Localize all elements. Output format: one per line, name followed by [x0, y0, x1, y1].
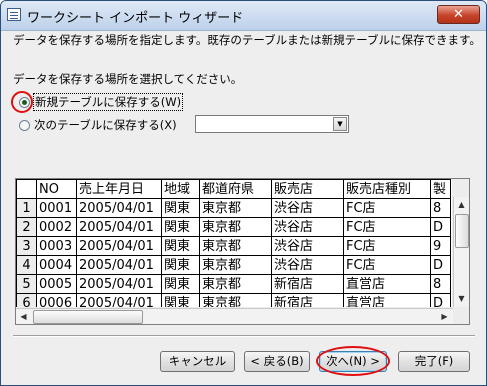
row-number: 4: [16, 255, 37, 275]
column-header[interactable]: 地域: [161, 179, 200, 199]
table-cell: 新宿店: [271, 274, 344, 294]
vertical-scrollbar[interactable]: ▲ ▼: [453, 197, 469, 307]
table-cell: FC店: [343, 236, 431, 256]
table-cell: 2005/04/01: [76, 274, 162, 294]
column-header[interactable]: NO: [36, 179, 77, 199]
table-cell: D: [430, 293, 451, 307]
finish-button[interactable]: 完了(F): [398, 351, 470, 372]
table-cell: 東京都: [199, 198, 272, 218]
cancel-button[interactable]: キャンセル: [160, 351, 235, 372]
table-cell: 直営店: [343, 293, 431, 307]
table-row: 4 0004 2005/04/01 関東 東京都 渋谷店 FC店 D: [16, 255, 451, 275]
table-cell: 渋谷店: [271, 198, 344, 218]
table-cell: 東京都: [199, 217, 272, 237]
table-cell: 0002: [36, 217, 77, 237]
back-button[interactable]: < 戻る(B): [244, 351, 310, 372]
column-header[interactable]: 販売店: [271, 179, 344, 199]
table-cell: 新宿店: [271, 293, 344, 307]
scroll-up-icon[interactable]: ▲: [454, 197, 469, 212]
radio-existing-table-label[interactable]: 次のテーブルに保存する(X): [34, 117, 177, 133]
table-cell: D: [430, 217, 451, 237]
table-cell: 渋谷店: [271, 217, 344, 237]
preview-table: NO 売上年月日 地域 都道府県 販売店 販売店種別 製 1 0001 2005…: [16, 179, 451, 307]
app-icon: [7, 8, 21, 21]
table-cell: FC店: [343, 255, 431, 275]
table-row: 1 0001 2005/04/01 関東 東京都 渋谷店 FC店 8: [16, 198, 451, 218]
vertical-scroll-thumb[interactable]: [455, 214, 469, 248]
table-row: 2 0002 2005/04/01 関東 東京都 渋谷店 FC店 D: [16, 217, 451, 237]
row-number: 3: [16, 236, 37, 256]
table-cell: D: [430, 255, 451, 275]
row-number: 5: [16, 274, 37, 294]
table-cell: 9: [430, 236, 451, 256]
window-title: ワークシート インポート ウィザード: [27, 11, 244, 26]
table-cell: 渋谷店: [271, 236, 344, 256]
table-cell: 8: [430, 274, 451, 294]
scroll-down-icon[interactable]: ▼: [454, 291, 469, 306]
table-cell: FC店: [343, 198, 431, 218]
table-row: 3 0003 2005/04/01 関東 東京都 渋谷店 FC店 9: [16, 236, 451, 256]
footer-separator: [13, 335, 475, 337]
table-cell: 2005/04/01: [76, 198, 162, 218]
horizontal-scrollbar[interactable]: ◀ ▶: [16, 308, 453, 324]
radio-unselected-icon[interactable]: [19, 119, 30, 131]
row-number: 1: [16, 198, 37, 218]
chevron-down-icon[interactable]: ▼: [333, 117, 347, 131]
table-cell: 東京都: [199, 293, 272, 307]
table-row: 5 0005 2005/04/01 関東 東京都 新宿店 直営店 8: [16, 274, 451, 294]
table-row: 6 0006 2005/04/01 関東 東京都 新宿店 直営店 D: [16, 293, 451, 307]
table-cell: 直営店: [343, 274, 431, 294]
scroll-right-icon[interactable]: ▶: [437, 309, 452, 324]
table-cell: 東京都: [199, 274, 272, 294]
table-cell: 関東: [161, 293, 200, 307]
data-preview-grid: NO 売上年月日 地域 都道府県 販売店 販売店種別 製 1 0001 2005…: [15, 178, 470, 325]
table-cell: 2005/04/01: [76, 217, 162, 237]
title-bar[interactable]: ワークシート インポート ウィザード ✕: [1, 1, 486, 31]
column-header[interactable]: 製: [430, 179, 451, 199]
table-cell: 2005/04/01: [76, 255, 162, 275]
row-number: 2: [16, 217, 37, 237]
grid-viewport: NO 売上年月日 地域 都道府県 販売店 販売店種別 製 1 0001 2005…: [16, 179, 452, 307]
table-cell: 東京都: [199, 236, 272, 256]
table-cell: 渋谷店: [271, 255, 344, 275]
table-cell: 8: [430, 198, 451, 218]
table-cell: 2005/04/01: [76, 293, 162, 307]
table-cell: 関東: [161, 255, 200, 275]
column-header[interactable]: 販売店種別: [343, 179, 431, 199]
table-cell: 2005/04/01: [76, 236, 162, 256]
close-button[interactable]: ✕: [437, 5, 480, 24]
table-cell: 関東: [161, 236, 200, 256]
table-cell: 0005: [36, 274, 77, 294]
column-header[interactable]: 売上年月日: [76, 179, 162, 199]
table-cell: 0003: [36, 236, 77, 256]
radio-selected-icon[interactable]: [19, 96, 30, 108]
corner-cell: [16, 179, 37, 199]
next-button[interactable]: 次へ(N) >: [319, 351, 387, 372]
radio-new-table[interactable]: 新規テーブルに保存する(W): [19, 93, 184, 111]
import-wizard-window: ワークシート インポート ウィザード ✕ データを保存する場所を指定します。既存…: [0, 0, 487, 386]
horizontal-scroll-thumb[interactable]: [33, 310, 143, 324]
table-cell: 東京都: [199, 255, 272, 275]
table-cell: 0001: [36, 198, 77, 218]
table-cell: 関東: [161, 217, 200, 237]
existing-table-select[interactable]: ▼: [195, 115, 349, 133]
header-row: NO 売上年月日 地域 都道府県 販売店 販売店種別 製: [16, 179, 451, 199]
table-cell: 0004: [36, 255, 77, 275]
scroll-left-icon[interactable]: ◀: [16, 309, 31, 324]
radio-existing-table[interactable]: 次のテーブルに保存する(X): [19, 116, 177, 134]
radio-new-table-label[interactable]: 新規テーブルに保存する(W): [32, 93, 184, 111]
table-cell: 0006: [36, 293, 77, 307]
column-header[interactable]: 都道府県: [199, 179, 272, 199]
table-cell: 関東: [161, 274, 200, 294]
location-prompt: データを保存する場所を選択してください。: [13, 72, 243, 86]
table-cell: FC店: [343, 217, 431, 237]
instruction-text: データを保存する場所を指定します。既存のテーブルまたは新規テーブルに保存できます…: [13, 33, 481, 47]
table-cell: 関東: [161, 198, 200, 218]
row-number: 6: [16, 293, 37, 307]
